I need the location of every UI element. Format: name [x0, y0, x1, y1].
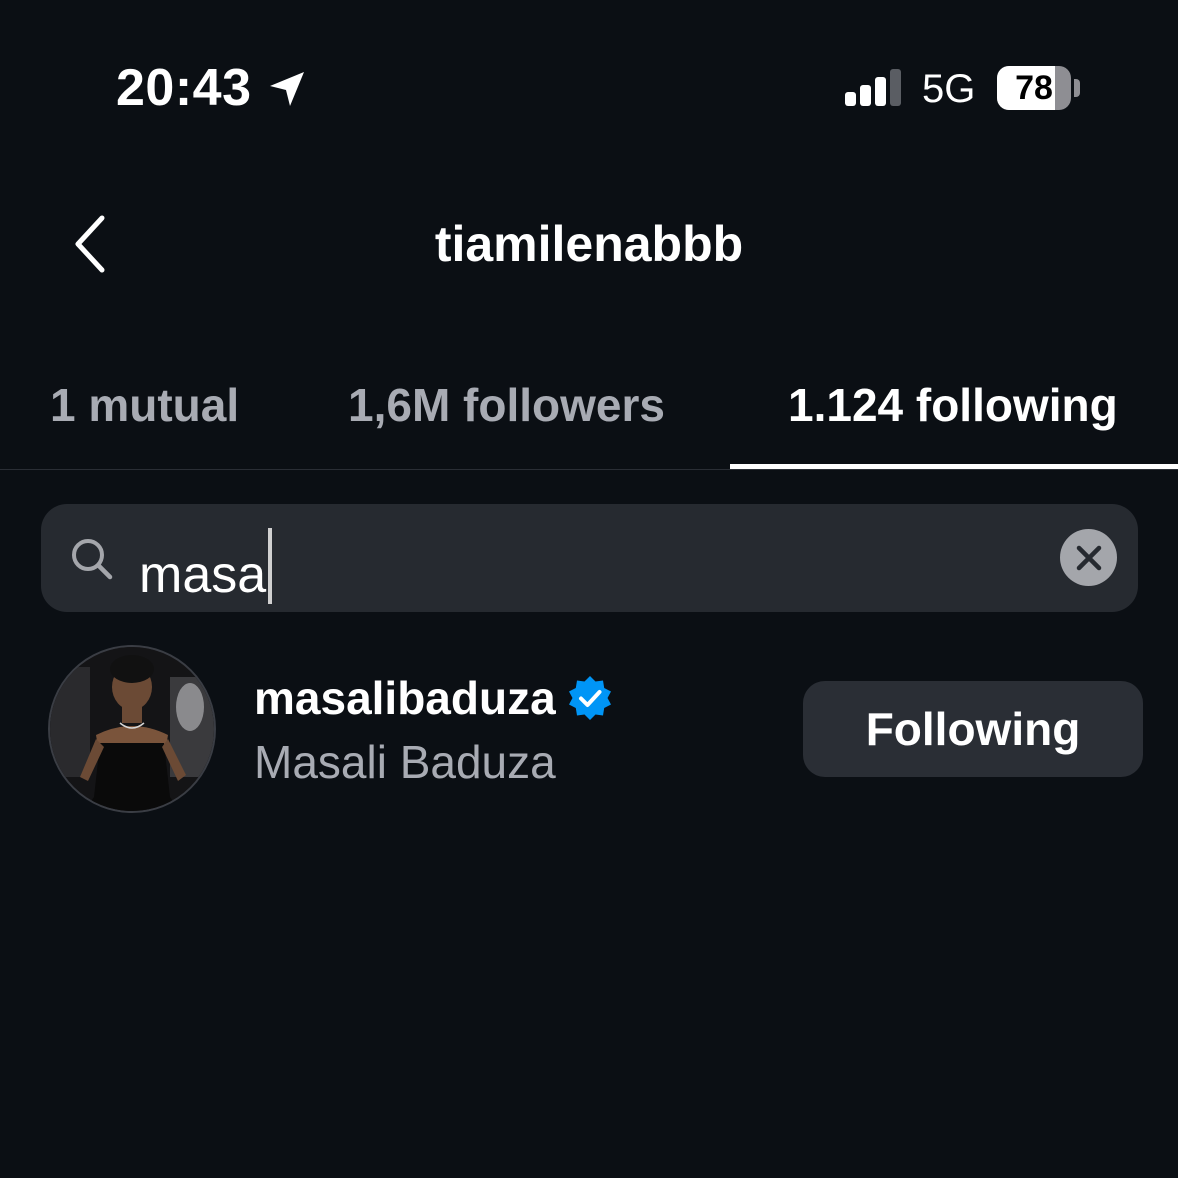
screen: 20:43 5G 78 tiamilenabbb 1 mutual 1,6M f… — [0, 0, 1178, 1178]
tab-following[interactable]: 1.124 following — [788, 376, 1118, 434]
tab-mutual[interactable]: 1 mutual — [50, 376, 239, 434]
tab-followers[interactable]: 1,6M followers — [348, 376, 665, 434]
search-box[interactable]: masa — [41, 504, 1138, 612]
cellular-signal-icon — [845, 69, 901, 106]
battery-level: 78 — [1015, 69, 1053, 107]
text-caret — [268, 528, 273, 604]
avatar[interactable] — [48, 645, 216, 813]
search-query: masa — [139, 546, 267, 604]
page-title: tiamilenabbb — [434, 216, 744, 272]
result-full-name: Masali Baduza — [254, 736, 556, 788]
result-username-row[interactable]: masalibaduza — [254, 670, 614, 726]
status-time: 20:43 — [116, 59, 252, 117]
search-input[interactable]: masa — [139, 528, 273, 606]
tabs-divider — [0, 469, 1178, 470]
active-tab-indicator — [730, 464, 1178, 469]
location-arrow-icon — [270, 72, 304, 106]
following-button[interactable]: Following — [803, 681, 1143, 777]
profile-photo — [50, 647, 214, 811]
close-icon — [1076, 545, 1101, 570]
network-label: 5G — [922, 67, 976, 111]
battery-cap — [1074, 79, 1080, 97]
verified-badge-icon — [568, 676, 611, 720]
search-icon — [72, 539, 113, 580]
result-username: masalibaduza — [254, 672, 556, 724]
battery-indicator: 78 — [997, 66, 1071, 110]
clear-search-button[interactable] — [1060, 529, 1117, 586]
